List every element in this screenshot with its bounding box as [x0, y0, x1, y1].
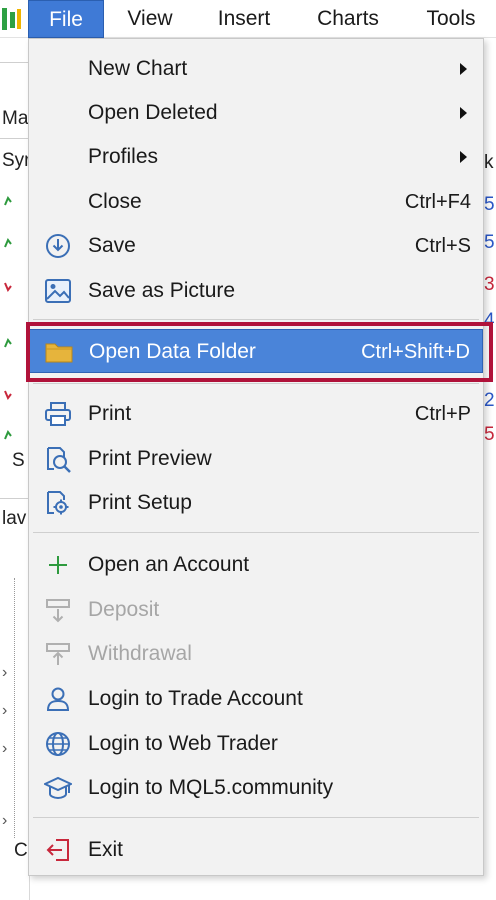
menu-charts[interactable]: Charts — [302, 0, 394, 38]
plus-icon — [43, 551, 73, 579]
menu-item-login-to-web-trader[interactable]: Login to Web Trader — [29, 722, 483, 766]
tick-up-icon — [4, 430, 12, 440]
background-text-fragment: 3 — [484, 274, 495, 295]
app-icon — [2, 8, 21, 30]
submenu-arrow-icon — [460, 107, 467, 119]
menu-item-print[interactable]: Print Ctrl+P — [29, 392, 483, 436]
menu-item-exit[interactable]: Exit — [29, 828, 483, 872]
background-text-fragment: 5 — [484, 232, 495, 253]
shortcut-label: Ctrl+F4 — [404, 191, 471, 213]
printer-icon — [43, 400, 73, 428]
menu-item-label: Save as Picture — [88, 279, 236, 302]
highlight-callout-box — [26, 322, 493, 382]
menu-item-withdrawal[interactable]: Withdrawal — [29, 632, 483, 676]
menu-item-label: Open an Account — [88, 553, 250, 576]
menu-item-label: Login to Web Trader — [88, 732, 278, 755]
menu-item-label: Withdrawal — [88, 642, 192, 665]
background-left-panel: Ma Syr S lav › › › › C — [0, 38, 30, 900]
menu-item-print-preview[interactable]: Print Preview — [29, 437, 483, 481]
chevron-right-icon: › — [2, 664, 8, 681]
menu-item-open-an-account[interactable]: Open an Account — [29, 543, 483, 587]
menu-separator — [33, 383, 479, 384]
menu-item-label: Exit — [88, 838, 124, 861]
tick-up-icon — [4, 238, 12, 248]
submenu-arrow-icon — [460, 63, 467, 75]
background-text-fragment: 5 — [484, 424, 495, 445]
tick-down-icon — [4, 282, 12, 292]
withdrawal-icon — [43, 640, 73, 668]
menu-item-save-as-picture[interactable]: Save as Picture — [29, 269, 483, 313]
menu-item-label: Save — [88, 234, 136, 257]
menu-view[interactable]: View — [112, 0, 188, 38]
menu-item-save[interactable]: Save Ctrl+S — [29, 224, 483, 268]
shortcut-label: Ctrl+S — [414, 235, 471, 257]
menu-item-profiles[interactable]: Profiles — [29, 135, 483, 179]
menu-tools[interactable]: Tools — [410, 0, 492, 38]
graduation-cap-icon — [43, 774, 73, 802]
menu-item-label: Open Deleted — [88, 101, 218, 124]
menu-item-label: Print Preview — [88, 447, 212, 470]
menu-insert[interactable]: Insert — [202, 0, 286, 38]
menu-item-close[interactable]: Close Ctrl+F4 — [29, 180, 483, 224]
background-text-fragment: Ma — [2, 108, 29, 129]
picture-icon — [43, 277, 73, 305]
menu-item-deposit[interactable]: Deposit — [29, 588, 483, 632]
tick-up-icon — [4, 196, 12, 206]
menu-item-print-setup[interactable]: Print Setup — [29, 481, 483, 525]
deposit-icon — [43, 596, 73, 624]
menu-separator — [33, 532, 479, 533]
menu-file[interactable]: File — [28, 0, 104, 38]
background-text-fragment: 2 — [484, 390, 495, 411]
menu-item-label: New Chart — [88, 57, 188, 80]
menu-item-label: Login to Trade Account — [88, 687, 303, 710]
chevron-right-icon: › — [2, 740, 8, 757]
chevron-right-icon: › — [2, 812, 8, 829]
menu-bar: File View Insert Charts Tools — [0, 0, 496, 38]
exit-icon — [43, 836, 73, 864]
menu-separator — [33, 817, 479, 818]
tick-down-icon — [4, 390, 12, 400]
menu-separator — [33, 319, 479, 320]
tick-up-icon — [4, 338, 12, 348]
submenu-arrow-icon — [460, 151, 467, 163]
menu-item-open-deleted[interactable]: Open Deleted — [29, 91, 483, 135]
menu-item-label: Print Setup — [88, 491, 192, 514]
menu-item-label: Print — [88, 402, 132, 425]
menu-item-label: Deposit — [88, 598, 160, 621]
menu-item-label: Profiles — [88, 145, 159, 168]
menu-item-label: Login to MQL5.community — [88, 776, 334, 799]
menu-item-new-chart[interactable]: New Chart — [29, 47, 483, 91]
print-setup-icon — [43, 489, 73, 517]
shortcut-label: Ctrl+P — [414, 403, 471, 425]
background-text-fragment: 5 — [484, 194, 495, 215]
file-menu-dropdown: New Chart Open Deleted Profiles Close Ct… — [28, 38, 484, 876]
background-text-fragment: lav — [2, 508, 27, 529]
menu-item-label: Close — [88, 190, 142, 213]
background-text-fragment: Syr — [2, 150, 30, 171]
print-preview-icon — [43, 445, 73, 473]
background-right-panel: k 5 5 3 4 2 5 — [484, 38, 496, 900]
background-text-fragment: S — [12, 450, 25, 471]
background-text-fragment: C — [14, 840, 28, 861]
menu-item-login-to-mql5-community[interactable]: Login to MQL5.community — [29, 766, 483, 810]
user-icon — [43, 685, 73, 713]
save-icon — [43, 232, 73, 260]
chevron-right-icon: › — [2, 702, 8, 719]
background-text-fragment: k — [484, 152, 494, 173]
menu-item-login-to-trade-account[interactable]: Login to Trade Account — [29, 677, 483, 721]
globe-icon — [43, 730, 73, 758]
